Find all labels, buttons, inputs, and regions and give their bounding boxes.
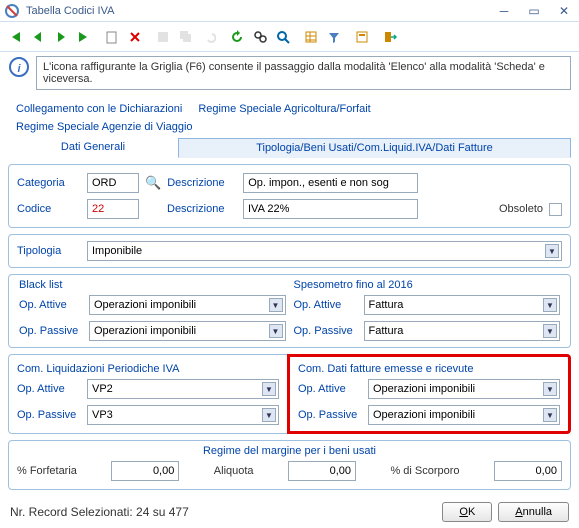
datifatture-panel: Com. Dati fatture emesse e ricevute Op. … [287,354,571,434]
chevron-down-icon: ▼ [543,408,557,422]
lq-passive-select[interactable]: VP3▼ [87,405,279,425]
last-record-icon[interactable] [73,26,95,48]
status-text: Nr. Record Selezionati: 24 su 477 [10,505,189,519]
grid-icon[interactable] [300,26,322,48]
lq-attive-label: Op. Attive [17,383,81,395]
df-passive-select[interactable]: Operazioni imponibili▼ [368,405,560,425]
margine-panel: Regime del margine per i beni usati % Fo… [8,440,571,490]
refresh-icon[interactable] [226,26,248,48]
undo-icon [198,26,220,48]
chevron-down-icon: ▼ [543,324,557,338]
tab-regime-agricoltura[interactable]: Regime Speciale Agricoltura/Forfait [190,100,378,118]
bl-attive-select[interactable]: Operazioni imponibili▼ [89,295,286,315]
liquid-panel: Com. Liquidazioni Periodiche IVA Op. Att… [8,354,287,434]
delete-record-icon[interactable] [124,26,146,48]
tab-row-2: Dati Generali Tipologia/Beni Usati/Com.L… [8,138,571,158]
exit-icon[interactable] [379,26,401,48]
tipologia-value: Imponibile [92,245,142,257]
aliq-label: Aliquota [214,465,254,477]
bl-attive-label: Op. Attive [19,299,83,311]
scorp-input[interactable] [494,461,562,481]
chevron-down-icon: ▼ [262,382,276,396]
save-icon [152,26,174,48]
card-view-icon[interactable] [351,26,373,48]
sp-passive-select[interactable]: Fattura▼ [364,321,561,341]
app-icon [4,3,20,19]
sp-attive-select[interactable]: Fattura▼ [364,295,561,315]
filter-icon[interactable] [323,26,345,48]
liquid-title: Com. Liquidazioni Periodiche IVA [17,363,279,375]
codice-input[interactable] [87,199,139,219]
minimize-button[interactable]: ─ [493,4,515,18]
df-attive-label: Op. Attive [298,383,362,395]
save-all-icon [175,26,197,48]
descrizione2-input[interactable] [243,199,418,219]
window-title: Tabella Codici IVA [26,5,114,17]
new-record-icon[interactable] [101,26,123,48]
sp-attive-label: Op. Attive [294,299,358,311]
bl-passive-select[interactable]: Operazioni imponibili▼ [89,321,286,341]
codice-label: Codice [17,203,81,215]
obsoleto-checkbox[interactable] [549,203,562,216]
toolbar [0,22,579,52]
tab-regime-agenzie[interactable]: Regime Speciale Agenzie di Viaggio [8,118,201,136]
bl-passive-label: Op. Passive [19,325,83,337]
tipologia-select[interactable]: Imponibile ▼ [87,241,562,261]
search-icon[interactable] [272,26,294,48]
tab-dati-generali[interactable]: Dati Generali [8,138,178,158]
chevron-down-icon: ▼ [543,298,557,312]
chevron-down-icon: ▼ [269,324,283,338]
aliq-input[interactable] [288,461,356,481]
df-attive-select[interactable]: Operazioni imponibili▼ [368,379,560,399]
footer: Nr. Record Selezionati: 24 su 477 OK Ann… [0,496,579,528]
lq-passive-label: Op. Passive [17,409,81,421]
forf-label: % Forfetaria [17,465,77,477]
chevron-down-icon: ▼ [545,244,559,258]
tipologia-label: Tipologia [17,245,81,257]
info-icon: i [8,56,30,81]
blacklist-title: Black list [19,279,286,291]
datifatt-title: Com. Dati fatture emesse e ricevute [298,363,560,375]
next-record-icon[interactable] [50,26,72,48]
maximize-button[interactable]: ▭ [523,4,545,18]
descrizione1-input[interactable] [243,173,418,193]
descrizione2-label: Descrizione [167,203,237,215]
blacklist-speso-panel: Black list Op. Attive Operazioni imponib… [8,274,571,348]
chevron-down-icon: ▼ [269,298,283,312]
scorp-label: % di Scorporo [390,465,459,477]
obsoleto-label: Obsoleto [499,203,543,215]
tipologia-panel: Tipologia Imponibile ▼ [8,234,571,268]
sp-passive-label: Op. Passive [294,325,358,337]
chevron-down-icon: ▼ [543,382,557,396]
tab-tipologia-active[interactable]: Tipologia/Beni Usati/Com.Liquid.IVA/Dati… [178,138,571,158]
ok-button[interactable]: OK [442,502,492,522]
titlebar: Tabella Codici IVA ─ ▭ ✕ [0,0,579,22]
tab-collegamento[interactable]: Collegamento con le Dichiarazioni [8,100,190,118]
forf-input[interactable] [111,461,179,481]
close-button[interactable]: ✕ [553,4,575,18]
categoria-label: Categoria [17,177,81,189]
tab-row-1: Collegamento con le Dichiarazioni Regime… [8,100,571,136]
first-record-icon[interactable] [4,26,26,48]
header-panel: Categoria 🔍 Descrizione Codice Descrizio… [8,164,571,228]
chevron-down-icon: ▼ [262,408,276,422]
speso-title: Spesometro fino al 2016 [294,279,561,291]
df-passive-label: Op. Passive [298,409,362,421]
prev-record-icon[interactable] [27,26,49,48]
find-icon[interactable] [249,26,271,48]
categoria-input[interactable] [87,173,139,193]
info-text: L'icona raffigurante la Griglia (F6) con… [36,56,571,90]
annulla-button[interactable]: Annulla [498,502,569,522]
margine-title: Regime del margine per i beni usati [17,445,562,457]
categoria-lookup-icon[interactable]: 🔍 [145,175,161,191]
lq-attive-select[interactable]: VP2▼ [87,379,279,399]
descrizione1-label: Descrizione [167,177,237,189]
